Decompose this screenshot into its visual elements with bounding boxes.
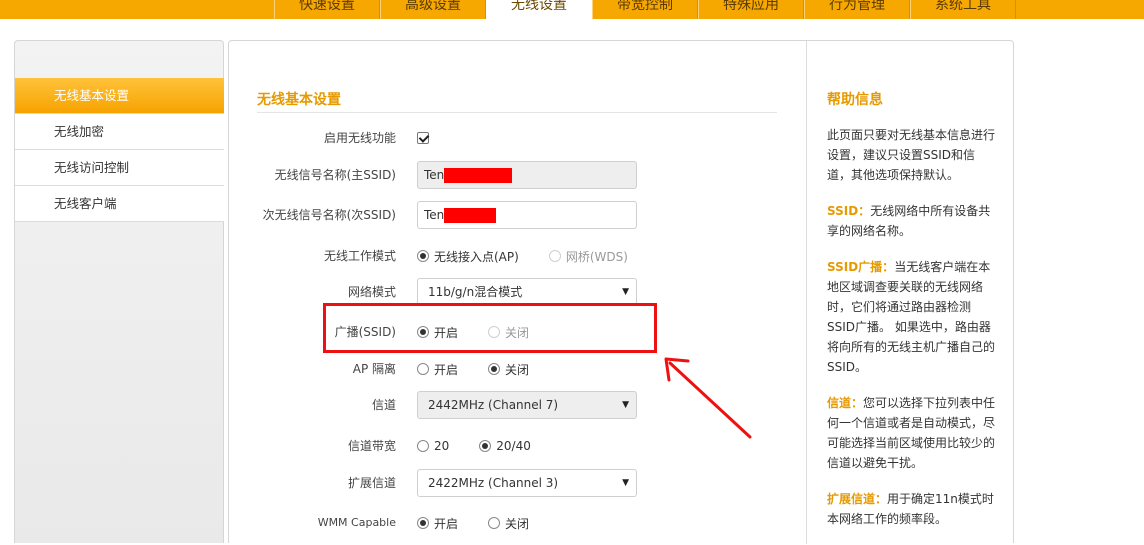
row-ssid-main: 无线信号名称(主SSID) Ten [229,161,806,189]
help-broadcast: SSID广播：当无线客户端在本地区域调查要关联的无线网络时，它们将通过路由器检测… [827,257,997,377]
tab-behavior[interactable]: 行为管理 [804,0,910,19]
bandwidth-20-radio[interactable]: 20 [417,439,449,453]
radio-dot [548,250,561,262]
mode-ap-label: 无线接入点(AP) [434,249,519,264]
top-nav-bar: 快速设置 高级设置 无线设置 带宽控制 特殊应用 行为管理 系统工具 [0,0,1144,19]
ssid-sub-input[interactable]: Ten [417,201,637,229]
mode-ap-radio[interactable]: 无线接入点(AP) [417,248,519,265]
radio-dot [417,250,429,262]
dropdown-arrow-icon: ▼ [622,287,629,297]
channel-label: 信道 [371,398,396,412]
channel-select[interactable]: 2442MHz (Channel 7) ▼ [417,391,637,419]
wmm-on-radio[interactable]: 开启 [417,515,458,532]
ssid-sub-label: 次无线信号名称(次SSID) [262,208,396,222]
row-ssid-sub: 次无线信号名称(次SSID) Ten [229,201,806,229]
wmm-off-label: 关闭 [505,516,530,531]
radio-dot [488,363,501,375]
ssid-main-input[interactable]: Ten [417,161,637,189]
help-channel: 信道：您可以选择下拉列表中任何一个信道或者是自动模式，尽可能选择当前区域使用比较… [827,393,997,473]
ext-channel-select[interactable]: 2422MHz (Channel 3) ▼ [417,469,637,497]
bandwidth-2040-label: 20/40 [496,439,531,453]
help-intro: 此页面只要对无线基本信息进行设置，建议只设置SSID和信道，其他选项保持默认。 [827,128,996,182]
main-tabs: 快速设置 高级设置 无线设置 带宽控制 特殊应用 行为管理 系统工具 [274,0,1016,19]
work-mode-label: 无线工作模式 [323,249,396,263]
help-title: 帮助信息 [827,92,883,108]
redaction-mark [444,168,512,183]
help-broadcast-text: 当无线客户端在本地区域调查要关联的无线网络时，它们将通过路由器检测SSID广播。… [827,260,996,374]
help-channel-keyword: 信道： [827,396,864,410]
ssid-main-value: Ten [424,168,445,182]
section-title: 无线基本设置 [257,92,341,108]
enable-wireless-label: 启用无线功能 [323,131,396,145]
row-ext-channel: 扩展信道 2422MHz (Channel 3) ▼ [229,469,806,497]
enable-wireless-checkbox[interactable] [417,132,429,144]
sidebar-list: 无线基本设置 无线加密 无线访问控制 无线客户端 [15,78,224,222]
tab-system-tools[interactable]: 系统工具 [910,0,1016,19]
wmm-on-label: 开启 [434,516,459,531]
ap-isolation-off-radio[interactable]: 关闭 [488,361,529,378]
channel-value: 2442MHz (Channel 7) [428,398,559,412]
ap-isolation-off-label: 关闭 [505,362,530,377]
ap-isolation-label: AP 隔离 [352,362,396,376]
ext-channel-label: 扩展信道 [347,476,396,490]
ssid-sub-value: Ten [424,208,445,222]
main-panel: 无线基本设置 启用无线功能 无线信号名称(主SSID) Ten 次无线信号名称(… [228,40,1014,544]
tab-quick-setup[interactable]: 快速设置 [274,0,380,19]
help-panel: 帮助信息 此页面只要对无线基本信息进行设置，建议只设置SSID和信道，其他选项保… [806,41,1014,544]
row-work-mode: 无线工作模式 无线接入点(AP) 网桥(WDS) [229,242,806,270]
network-mode-select[interactable]: 11b/g/n混合模式 ▼ [417,278,637,306]
help-body: 此页面只要对无线基本信息进行设置，建议只设置SSID和信道，其他选项保持默认。 … [827,125,997,545]
sidebar-item-wireless-encryption[interactable]: 无线加密 [15,114,224,150]
radio-dot [479,440,492,452]
help-ext-channel-keyword: 扩展信道： [827,492,888,506]
tab-bandwidth[interactable]: 带宽控制 [592,0,698,19]
tab-wireless[interactable]: 无线设置 [486,0,592,19]
wmm-label: WMM Capable [317,516,396,529]
section-divider [257,112,777,113]
help-broadcast-keyword: SSID广播： [827,260,895,274]
sidebar-item-access-control[interactable]: 无线访问控制 [15,150,224,186]
radio-dot [417,440,429,452]
network-mode-value: 11b/g/n混合模式 [428,285,523,299]
row-wmm: WMM Capable 开启 关闭 [229,509,806,537]
sidebar-item-wireless-clients[interactable]: 无线客户端 [15,186,224,222]
sidebar-item-wireless-basic[interactable]: 无线基本设置 [15,78,224,114]
redaction-mark [444,208,496,223]
tab-advanced[interactable]: 高级设置 [380,0,486,19]
mode-wds-radio[interactable]: 网桥(WDS) [548,248,628,265]
annotation-arrow-icon [664,357,752,439]
dropdown-arrow-icon: ▼ [622,400,629,410]
help-ssid-keyword: SSID： [827,204,871,218]
mode-wds-label: 网桥(WDS) [565,249,628,264]
tab-special-apps[interactable]: 特殊应用 [698,0,804,19]
bandwidth-20-label: 20 [434,439,450,453]
radio-dot [417,363,429,375]
help-ssid: SSID：无线网络中所有设备共享的网络名称。 [827,201,997,241]
bandwidth-label: 信道带宽 [347,439,396,453]
radio-dot [488,517,501,529]
wmm-off-radio[interactable]: 关闭 [488,515,529,532]
row-network-mode: 网络模式 11b/g/n混合模式 ▼ [229,278,806,306]
network-mode-label: 网络模式 [347,285,396,299]
bandwidth-2040-radio[interactable]: 20/40 [479,439,531,453]
ext-channel-value: 2422MHz (Channel 3) [428,476,559,490]
ap-isolation-on-radio[interactable]: 开启 [417,361,458,378]
radio-dot [417,517,429,529]
sidebar: 无线基本设置 无线加密 无线访问控制 无线客户端 [14,40,224,543]
ap-isolation-on-label: 开启 [434,362,459,377]
ssid-main-label: 无线信号名称(主SSID) [274,168,396,182]
annotation-highlight-box [323,303,657,353]
help-ext-channel: 扩展信道：用于确定11n模式时本网络工作的频率段。 [827,489,997,529]
row-enable-wireless: 启用无线功能 [229,124,806,152]
dropdown-arrow-icon: ▼ [622,478,629,488]
